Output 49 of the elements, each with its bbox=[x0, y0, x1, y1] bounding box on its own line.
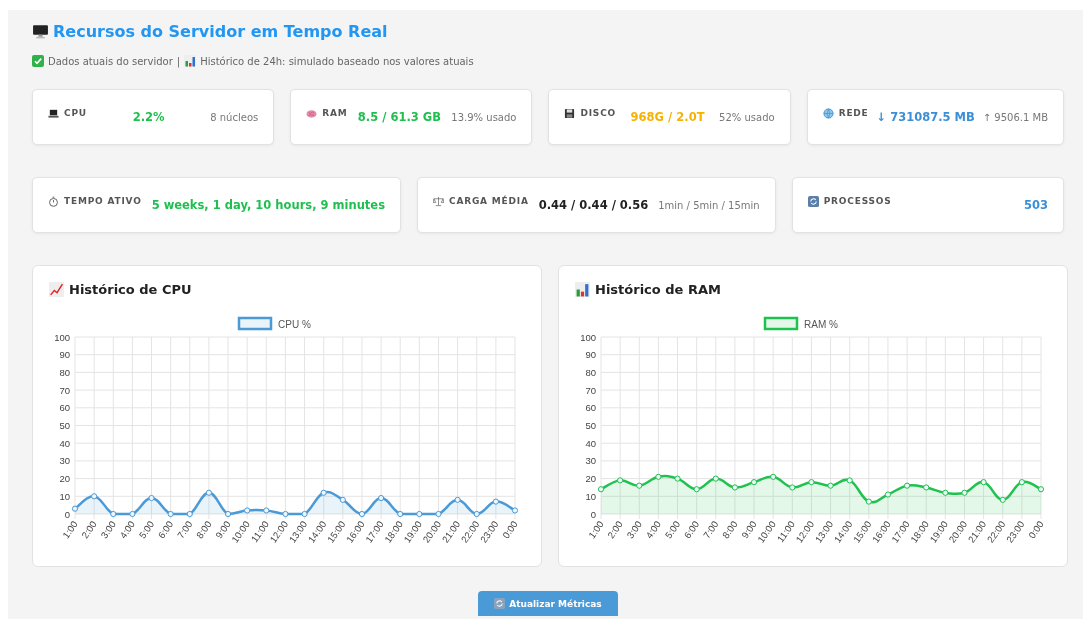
page-title: Recursos do Servidor em Tempo Real bbox=[53, 22, 388, 41]
metric-detail: 13.9% usado bbox=[451, 111, 517, 123]
metric-value: 8.5 / 61.3 GB bbox=[357, 110, 441, 124]
metric-label: RAM bbox=[322, 108, 348, 118]
legend-label: CPU % bbox=[278, 318, 311, 330]
metric-detail: ↑ 9506.1 MB bbox=[982, 111, 1048, 123]
metric-label: CARGA MÉDIA bbox=[449, 196, 529, 206]
legend-label: RAM % bbox=[804, 318, 838, 330]
axis-label: 30 bbox=[59, 455, 70, 467]
status-text: Dados atuais do servidor bbox=[48, 55, 173, 67]
metric-value: 968G / 2.0T bbox=[630, 110, 705, 124]
metric-value: 2.2% bbox=[132, 110, 165, 124]
axis-label: 50 bbox=[59, 420, 70, 431]
axis-label: 80 bbox=[59, 366, 70, 378]
axis-label: 10 bbox=[585, 490, 596, 502]
note-text: Histórico de 24h: simulado baseado nos valores atuais bbox=[200, 55, 474, 67]
axis-label: 40 bbox=[585, 437, 596, 449]
axis-label: 30 bbox=[585, 455, 596, 467]
axis-label: 90 bbox=[585, 349, 596, 361]
axis-label: 20 bbox=[59, 473, 70, 485]
axis-label: 40 bbox=[59, 437, 70, 449]
metric-detail: 52% usado bbox=[719, 111, 775, 123]
metric-label: PROCESSOS bbox=[823, 196, 892, 206]
axis-label: 70 bbox=[585, 384, 596, 396]
metric-detail: 1min / 5min / 15min bbox=[658, 199, 760, 211]
metric-value: 0.44 / 0.44 / 0.56 bbox=[538, 198, 649, 212]
axis-label: 50 bbox=[585, 420, 596, 431]
metric-value: 503 bbox=[1024, 198, 1048, 212]
axis-label: 0 bbox=[590, 508, 596, 520]
metric-label: CPU bbox=[64, 108, 87, 118]
axis-label: 70 bbox=[59, 384, 70, 396]
metric-label: DISCO bbox=[580, 108, 616, 118]
separator-text: | bbox=[176, 55, 181, 67]
axis-label: 60 bbox=[585, 402, 596, 414]
chart-title: Histórico de RAM bbox=[595, 282, 721, 297]
chart-title: Histórico de CPU bbox=[69, 282, 192, 297]
metric-label: REDE bbox=[838, 108, 869, 118]
axis-label: 20 bbox=[585, 473, 596, 485]
metric-value: 5 weeks, 1 day, 10 hours, 9 minutes bbox=[151, 198, 385, 212]
axis-label: 0 bbox=[64, 508, 70, 520]
axis-label: 100 bbox=[54, 331, 70, 343]
metric-detail: 8 núcleos bbox=[210, 111, 259, 123]
axis-label: 60 bbox=[59, 402, 70, 414]
axis-label: 90 bbox=[59, 349, 70, 361]
axis-label: 10 bbox=[59, 490, 70, 502]
axis-label: 100 bbox=[580, 331, 596, 343]
axis-label: 80 bbox=[585, 366, 596, 378]
metric-label: TEMPO ATIVO bbox=[64, 196, 142, 206]
metric-value: ↓ 731087.5 MB bbox=[876, 110, 975, 124]
